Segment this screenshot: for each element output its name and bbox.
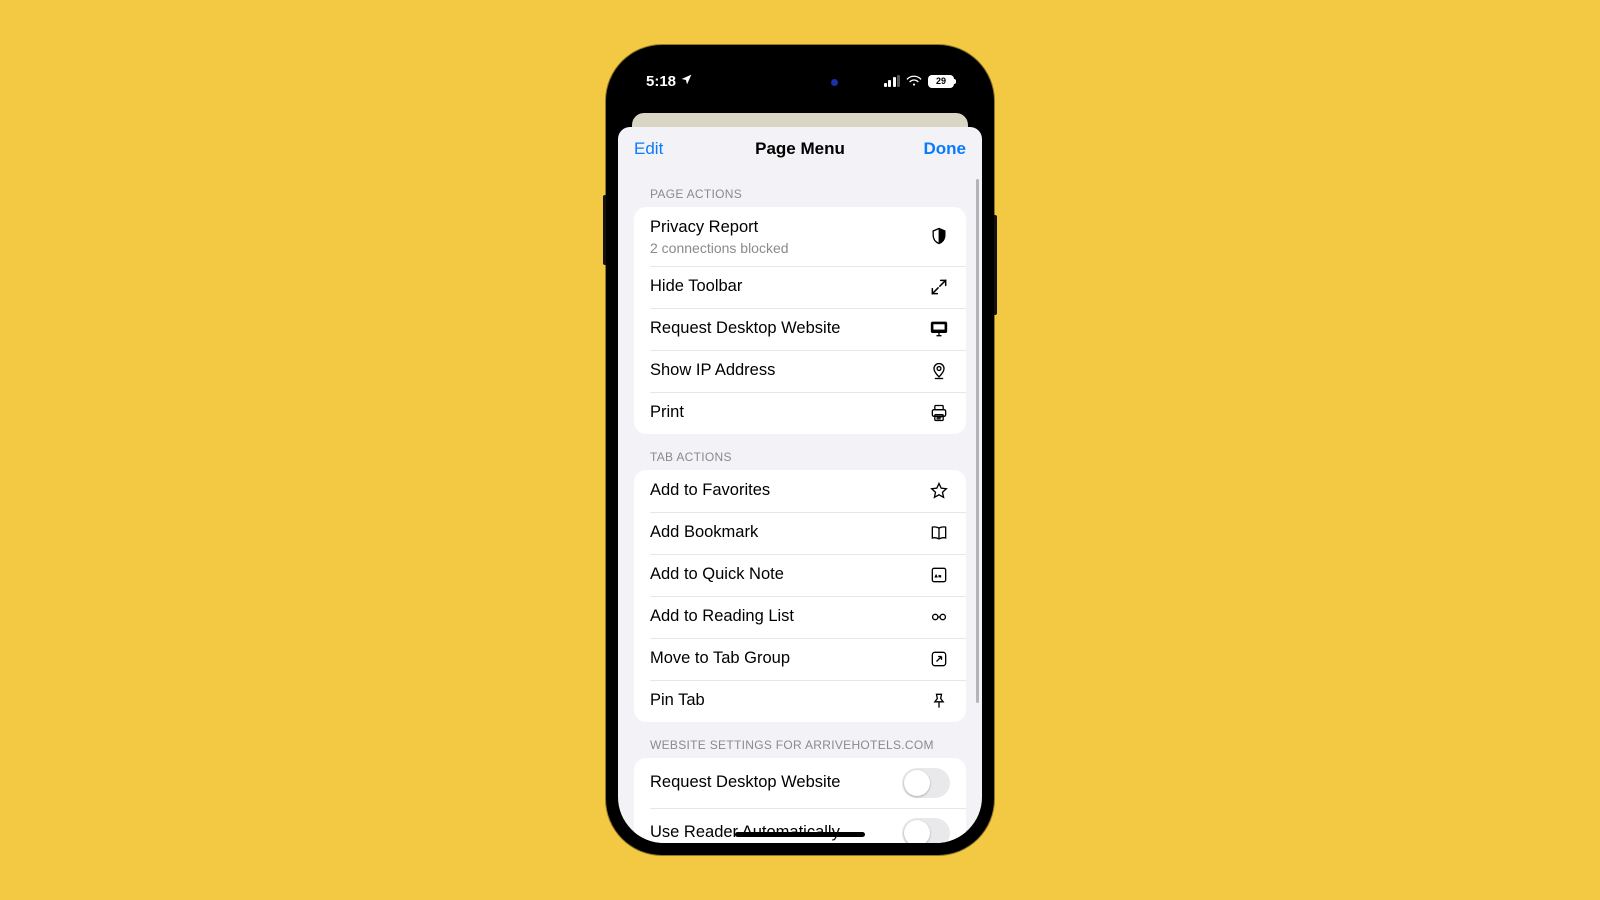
row-add-reading-list[interactable]: Add to Reading List	[634, 596, 966, 638]
row-label: Request Desktop Website	[650, 772, 902, 793]
toggle-reader-auto[interactable]	[902, 818, 950, 843]
row-add-favorites[interactable]: Add to Favorites	[634, 470, 966, 512]
cellular-icon	[884, 76, 901, 87]
phone-frame: 5:18 29	[606, 45, 994, 855]
shield-half-icon	[928, 225, 950, 247]
row-add-bookmark[interactable]: Add Bookmark	[634, 512, 966, 554]
row-hide-toolbar[interactable]: Hide Toolbar	[634, 266, 966, 308]
sheet-body: PAGE ACTIONS Privacy Report 2 connection…	[618, 171, 982, 843]
row-add-quick-note[interactable]: Add to Quick Note	[634, 554, 966, 596]
row-label: Hide Toolbar	[650, 276, 928, 297]
section-header-page-actions: PAGE ACTIONS	[618, 171, 982, 207]
row-sub: 2 connections blocked	[650, 240, 928, 256]
row-ws-reader-auto[interactable]: Use Reader Automatically	[634, 808, 966, 843]
edit-button[interactable]: Edit	[634, 139, 694, 159]
row-pin-tab[interactable]: Pin Tab	[634, 680, 966, 722]
tab-actions-card: Add to Favorites Add Bookmark	[634, 470, 966, 722]
row-ws-request-desktop[interactable]: Request Desktop Website	[634, 758, 966, 808]
camera-indicator-dot	[831, 79, 838, 86]
desktop-icon	[928, 318, 950, 340]
row-label: Pin Tab	[650, 690, 928, 711]
row-privacy-report[interactable]: Privacy Report 2 connections blocked	[634, 207, 966, 266]
section-header-website-settings: WEBSITE SETTINGS FOR ARRIVEHOTELS.COM	[618, 722, 982, 758]
done-button[interactable]: Done	[906, 139, 966, 159]
row-label: Show IP Address	[650, 360, 928, 381]
sheet-header: Edit Page Menu Done	[618, 127, 982, 171]
row-label: Add to Reading List	[650, 606, 928, 627]
pin-icon	[928, 690, 950, 712]
row-label: Privacy Report	[650, 217, 928, 238]
star-icon	[928, 480, 950, 502]
arrows-expand-icon	[928, 276, 950, 298]
book-icon	[928, 522, 950, 544]
wifi-icon	[906, 75, 922, 87]
row-label: Add to Favorites	[650, 480, 928, 501]
home-indicator[interactable]	[735, 832, 865, 837]
printer-icon	[928, 402, 950, 424]
battery-percent: 29	[936, 76, 946, 86]
page-menu-sheet: Edit Page Menu Done PAGE ACTIONS Privacy…	[618, 127, 982, 843]
page-actions-card: Privacy Report 2 connections blocked	[634, 207, 966, 434]
glasses-icon	[928, 606, 950, 628]
row-label: Add to Quick Note	[650, 564, 928, 585]
website-settings-card: Request Desktop Website Use Reader Autom…	[634, 758, 966, 843]
dynamic-island	[742, 67, 858, 97]
phone-screen: 5:18 29	[618, 57, 982, 843]
row-label: Move to Tab Group	[650, 648, 928, 669]
row-request-desktop[interactable]: Request Desktop Website	[634, 308, 966, 350]
sheet-title: Page Menu	[755, 139, 845, 159]
note-icon	[928, 564, 950, 586]
location-arrow-icon	[680, 73, 693, 90]
row-print[interactable]: Print	[634, 392, 966, 434]
row-show-ip[interactable]: Show IP Address	[634, 350, 966, 392]
section-header-tab-actions: TAB ACTIONS	[618, 434, 982, 470]
row-label: Request Desktop Website	[650, 318, 928, 339]
map-pin-icon	[928, 360, 950, 382]
row-move-tab-group[interactable]: Move to Tab Group	[634, 638, 966, 680]
battery-icon: 29	[928, 75, 954, 88]
status-time: 5:18	[646, 73, 676, 90]
row-label: Add Bookmark	[650, 522, 928, 543]
square-arrow-icon	[928, 648, 950, 670]
row-label: Print	[650, 402, 928, 423]
toggle-request-desktop[interactable]	[902, 768, 950, 798]
